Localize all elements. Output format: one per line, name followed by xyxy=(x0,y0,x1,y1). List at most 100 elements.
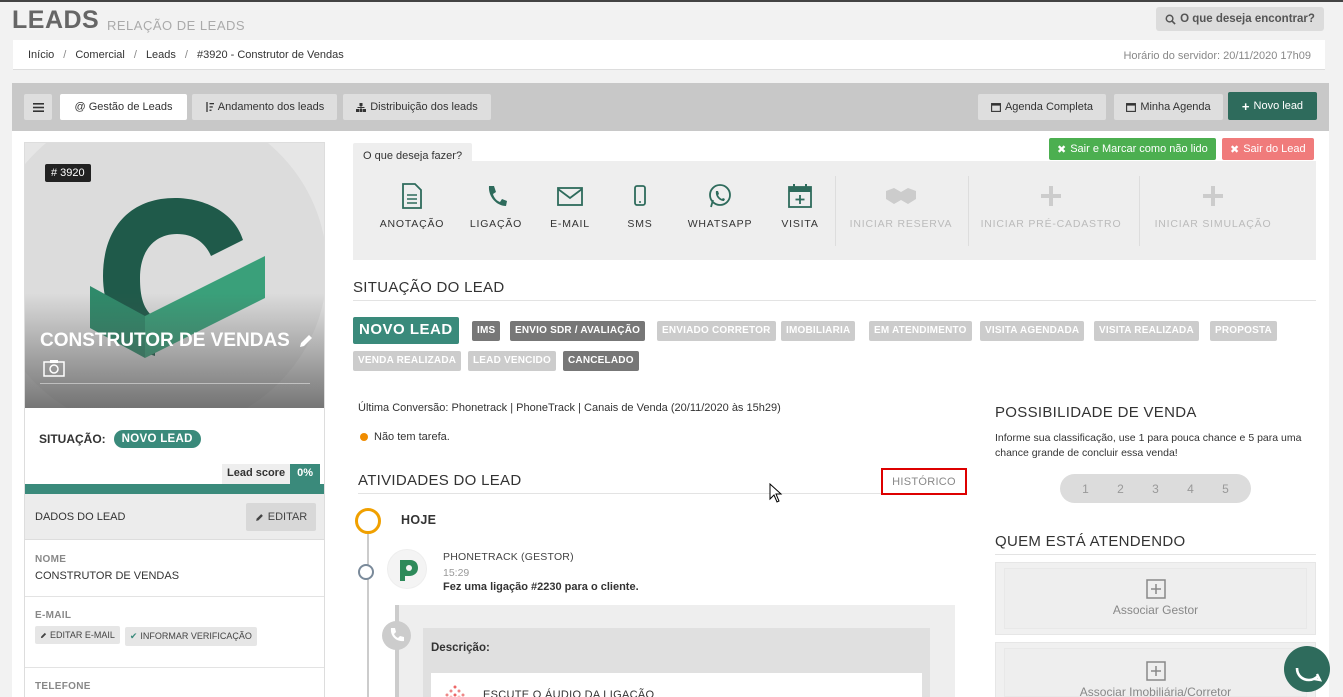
action-email-label: E-MAIL xyxy=(550,218,590,230)
phone-event-icon xyxy=(382,621,411,650)
tab-distribuicao-leads[interactable]: Distribuição dos leads xyxy=(343,94,491,120)
score-value: 0% xyxy=(290,464,320,484)
top-border xyxy=(0,0,1343,2)
field-email: E-MAIL EDITAR E-MAIL ✔ INFORMAR VERIFICA… xyxy=(35,610,262,646)
calendar-plus-icon xyxy=(788,184,812,208)
action-ligacao[interactable]: LIGAÇÃO xyxy=(456,183,536,230)
edit-email-label: EDITAR E-MAIL xyxy=(50,630,115,640)
situation-title: SITUAÇÃO DO LEAD xyxy=(353,279,505,296)
camera-icon[interactable] xyxy=(43,359,65,377)
toolbar: @ Gestão de Leads Andamento dos leads Di… xyxy=(12,83,1329,131)
rating-2[interactable]: 2 xyxy=(1117,482,1124,496)
novo-lead-button[interactable]: + Novo lead xyxy=(1228,92,1317,120)
actions-panel: ANOTAÇÃO LIGAÇÃO E-MAIL SMS WHATSAPP VIS… xyxy=(353,161,1316,260)
agenda-completa-label: Agenda Completa xyxy=(1004,101,1094,113)
sale-possibility-title: POSSIBILIDADE DE VENDA xyxy=(995,404,1197,421)
phone-label: TELEFONE xyxy=(35,681,91,692)
whatsapp-icon xyxy=(709,184,731,208)
event-author: PHONETRACK (GESTOR) xyxy=(443,551,574,563)
exit-mark-unread-button[interactable]: ✖ Sair e Marcar como não lido xyxy=(1049,138,1216,160)
action-whatsapp[interactable]: WHATSAPP xyxy=(680,183,760,230)
name-label: NOME xyxy=(35,554,67,565)
edit-lead-button[interactable]: EDITAR xyxy=(246,503,316,531)
stage-em-atendimento[interactable]: EM ATENDIMENTO xyxy=(869,321,972,341)
stage-enviado-corretor[interactable]: ENVIADO CORRETOR xyxy=(657,321,776,341)
exit-lead-label: Sair do Lead xyxy=(1243,143,1306,155)
stage-novo-lead[interactable]: NOVO LEAD xyxy=(353,317,459,344)
task-dot-icon xyxy=(360,433,368,441)
action-visita-label: VISITA xyxy=(781,218,819,230)
event-text: Fez uma ligação #2230 para o cliente. xyxy=(443,581,639,593)
agenda-completa-button[interactable]: Agenda Completa xyxy=(978,94,1106,120)
plus-icon xyxy=(1203,186,1223,206)
stage-imobiliaria[interactable]: IMOBILIARIA xyxy=(781,321,856,341)
phonetrack-logo-icon xyxy=(400,560,418,581)
associate-manager-card: Associar Gestor xyxy=(995,562,1316,635)
action-anotacao[interactable]: ANOTAÇÃO xyxy=(372,183,452,230)
rating-3[interactable]: 3 xyxy=(1152,482,1159,496)
menu-button[interactable] xyxy=(24,94,52,120)
associate-broker-card: Associar Imobiliária/Corretor xyxy=(995,642,1316,697)
timeline-today-marker xyxy=(355,508,381,534)
action-sms[interactable]: SMS xyxy=(600,183,680,230)
breadcrumb: Início / Comercial / Leads / #3920 - Constr… xyxy=(13,40,1325,70)
stage-proposta[interactable]: PROPOSTA xyxy=(1210,321,1277,341)
pencil-icon xyxy=(40,632,47,638)
timeline-line xyxy=(367,534,369,697)
task-text: Não tem tarefa. xyxy=(374,431,450,443)
calendar-icon xyxy=(1126,103,1137,112)
search-label: O que deseja encontrar? xyxy=(1180,13,1315,25)
associate-broker-label: Associar Imobiliária/Corretor xyxy=(1079,685,1232,697)
action-visita[interactable]: VISITA xyxy=(760,183,840,230)
verify-email-button[interactable]: ✔ INFORMAR VERIFICAÇÃO xyxy=(124,626,257,646)
server-time: Horário do servidor: 20/11/2020 17h09 xyxy=(1123,50,1311,62)
associate-manager-label: Associar Gestor xyxy=(1112,603,1199,617)
tab-andamento-leads[interactable]: Andamento dos leads xyxy=(192,94,337,120)
stage-visita-realizada[interactable]: VISITA REALIZADA xyxy=(1094,321,1199,341)
action-simulacao-label: INICIAR SIMULAÇÃO xyxy=(1154,218,1272,230)
attending-title: QUEM ESTÁ ATENDENDO xyxy=(995,533,1186,550)
action-email[interactable]: E-MAIL xyxy=(530,183,610,230)
lead-score: Lead score 0% xyxy=(222,464,320,484)
rating-1[interactable]: 1 xyxy=(1082,482,1089,496)
handshake-icon xyxy=(886,188,916,204)
mobile-icon xyxy=(634,185,646,206)
description-label: Descrição: xyxy=(431,642,490,654)
score-label: Lead score xyxy=(222,464,291,484)
breadcrumb-comercial[interactable]: Comercial xyxy=(75,49,125,61)
audio-player[interactable]: ESCUTE O ÁUDIO DA LIGAÇÃO xyxy=(431,673,922,697)
plus-square-icon xyxy=(1145,661,1166,681)
stage-lead-vencido[interactable]: LEAD VENCIDO xyxy=(468,351,556,371)
exit-mark-label: Sair e Marcar como não lido xyxy=(1070,143,1208,155)
stage-visita-agendada[interactable]: VISITA AGENDADA xyxy=(980,321,1085,341)
lead-name-title: CONSTRUTOR DE VENDAS xyxy=(40,330,314,352)
minha-agenda-button[interactable]: Minha Agenda xyxy=(1114,94,1223,120)
rating-5[interactable]: 5 xyxy=(1222,482,1229,496)
search-icon xyxy=(1165,14,1176,25)
edit-email-button[interactable]: EDITAR E-MAIL xyxy=(35,626,120,644)
associate-broker-button[interactable]: Associar Imobiliária/Corretor xyxy=(1004,648,1307,697)
audio-label: ESCUTE O ÁUDIO DA LIGAÇÃO xyxy=(483,689,655,697)
stage-envio-sdr[interactable]: ENVIO SDR / AVALIAÇÃO xyxy=(510,321,646,341)
search-button[interactable]: O que deseja encontrar? xyxy=(1156,7,1324,31)
name-value: CONSTRUTOR DE VENDAS xyxy=(35,570,180,582)
chat-widget-button[interactable] xyxy=(1284,646,1330,692)
stage-cancelado[interactable]: CANCELADO xyxy=(563,351,639,371)
breadcrumb-leads[interactable]: Leads xyxy=(146,49,176,61)
action-iniciar-reserva: INICIAR RESERVA xyxy=(836,183,966,230)
pencil-icon[interactable] xyxy=(298,333,314,349)
action-iniciar-pre-cadastro: INICIAR PRÉ-CADASTRO xyxy=(977,183,1125,230)
rating-4[interactable]: 4 xyxy=(1187,482,1194,496)
envelope-icon xyxy=(557,187,583,206)
stage-venda-realizada[interactable]: VENDA REALIZADA xyxy=(353,351,462,371)
stage-ims[interactable]: IMS xyxy=(472,321,501,341)
field-name: NOME CONSTRUTOR DE VENDAS xyxy=(35,554,179,582)
action-sms-label: SMS xyxy=(627,218,653,230)
associate-manager-button[interactable]: Associar Gestor xyxy=(1004,568,1307,629)
breadcrumb-inicio[interactable]: Início xyxy=(28,49,54,61)
history-button[interactable]: HISTÓRICO xyxy=(881,468,967,495)
exit-lead-button[interactable]: ✖ Sair do Lead xyxy=(1222,138,1314,160)
menu-icon xyxy=(32,102,44,112)
mouse-cursor-icon xyxy=(769,483,783,503)
tab-gestao-leads[interactable]: @ Gestão de Leads xyxy=(60,94,187,120)
